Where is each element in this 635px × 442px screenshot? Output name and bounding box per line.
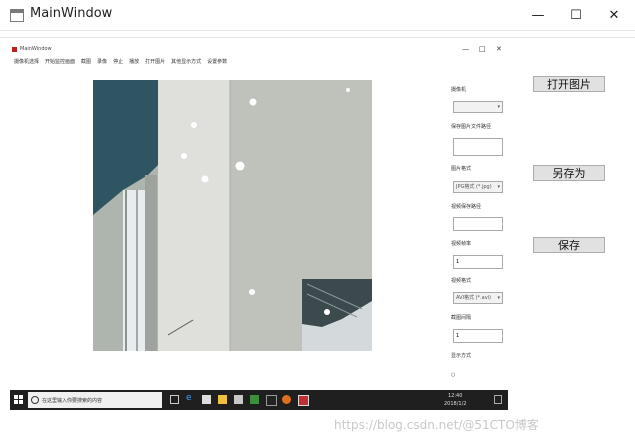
camera-label: 摄像机 <box>451 87 467 93</box>
firefox-icon <box>282 395 291 404</box>
image-format-select[interactable]: JPG格式 (*.jpg) ▾ <box>453 181 503 193</box>
taskbar-search: 在这里输入你要搜索的内容 <box>28 392 162 408</box>
captured-minimize-icon: — <box>462 45 469 53</box>
capture-interval-label: 截图间隔 <box>451 315 472 321</box>
pip-frame-image <box>302 279 372 351</box>
capture-interval-field[interactable]: 1 <box>453 329 503 343</box>
save-as-button[interactable]: 另存为 <box>533 165 605 181</box>
chevron-down-icon: ▾ <box>497 184 500 190</box>
captured-menu-item: 摄像机选择 <box>14 59 40 65</box>
captured-menu-item: 设置参数 <box>207 59 228 65</box>
mail-icon <box>234 395 243 404</box>
watermark: https://blog.csdn.net/@51CTO博客 <box>334 418 539 432</box>
minimize-button[interactable]: — <box>517 0 559 30</box>
clock-time: 12:40 <box>448 393 463 399</box>
captured-menu-item: 停止 <box>113 59 124 65</box>
captured-menu-item: 录像 <box>97 59 108 65</box>
windows-start-icon <box>14 395 23 404</box>
captured-menu-item: 截图 <box>81 59 92 65</box>
notification-icon <box>494 395 502 404</box>
captured-menu-item: 播放 <box>129 59 140 65</box>
frame-rate-field[interactable]: 1 <box>453 255 503 269</box>
display-mode-label: 显示方式 <box>451 353 472 359</box>
save-button[interactable]: 保存 <box>533 237 605 253</box>
app-green-icon <box>250 395 259 404</box>
app-dark-icon <box>266 395 277 406</box>
captured-taskbar: 在这里输入你要搜索的内容 e 12:40 2018/1/2 <box>10 390 508 410</box>
cortana-icon <box>31 396 39 404</box>
toolbar-divider <box>0 37 635 38</box>
image-format-label: 图片格式 <box>451 166 472 172</box>
chevron-down-icon: ▾ <box>497 104 500 110</box>
captured-menu-item: 开始监控画面 <box>45 59 76 65</box>
captured-menu-item: 其他显示方式 <box>171 59 202 65</box>
running-app-icon <box>298 395 309 406</box>
captured-window: MainWindow — □ ✕ 摄像机选择 开始监控画面 截图 录像 停止 播… <box>10 44 508 68</box>
captured-menu-item: 打开图片 <box>145 59 166 65</box>
folder-icon <box>218 395 227 404</box>
chevron-down-icon: ▾ <box>497 295 500 301</box>
video-format-select[interactable]: AVI格式 (*.avi) ▾ <box>453 292 503 304</box>
frame-rate-label: 视频帧率 <box>451 241 472 247</box>
captured-window-titlebar: MainWindow — □ ✕ <box>10 44 508 56</box>
picture-in-picture-view <box>302 279 372 351</box>
image-format-value: JPG格式 (*.jpg) <box>456 184 492 190</box>
clock-date: 2018/1/2 <box>444 401 467 407</box>
image-path-label: 保存图片文件路径 <box>451 124 492 130</box>
task-view-icon <box>170 395 179 404</box>
maximize-button[interactable]: ☐ <box>555 0 597 30</box>
window-title: MainWindow <box>30 6 113 21</box>
edge-icon: e <box>186 393 192 403</box>
app-icon <box>10 9 24 22</box>
captured-app-icon <box>12 47 17 52</box>
captured-window-title: MainWindow <box>20 46 52 52</box>
status-indicator: ○ <box>451 372 456 378</box>
captured-maximize-icon: □ <box>479 45 486 53</box>
video-format-value: AVI格式 (*.avi) <box>456 295 491 301</box>
camera-view <box>93 80 372 351</box>
video-path-label: 视频保存路径 <box>451 204 482 210</box>
video-format-label: 视频格式 <box>451 278 472 284</box>
open-image-button[interactable]: 打开图片 <box>533 76 605 92</box>
close-button[interactable]: ✕ <box>593 0 635 30</box>
image-path-field[interactable] <box>453 138 503 156</box>
camera-select[interactable]: ▾ <box>453 101 503 113</box>
captured-menu-bar: 摄像机选择 开始监控画面 截图 录像 停止 播放 打开图片 其他显示方式 设置参… <box>14 58 227 67</box>
store-icon <box>202 395 211 404</box>
taskbar-search-placeholder: 在这里输入你要搜索的内容 <box>42 398 103 404</box>
video-path-field[interactable] <box>453 217 503 231</box>
captured-close-icon: ✕ <box>496 45 502 53</box>
title-bar: MainWindow — ☐ ✕ <box>0 0 635 31</box>
